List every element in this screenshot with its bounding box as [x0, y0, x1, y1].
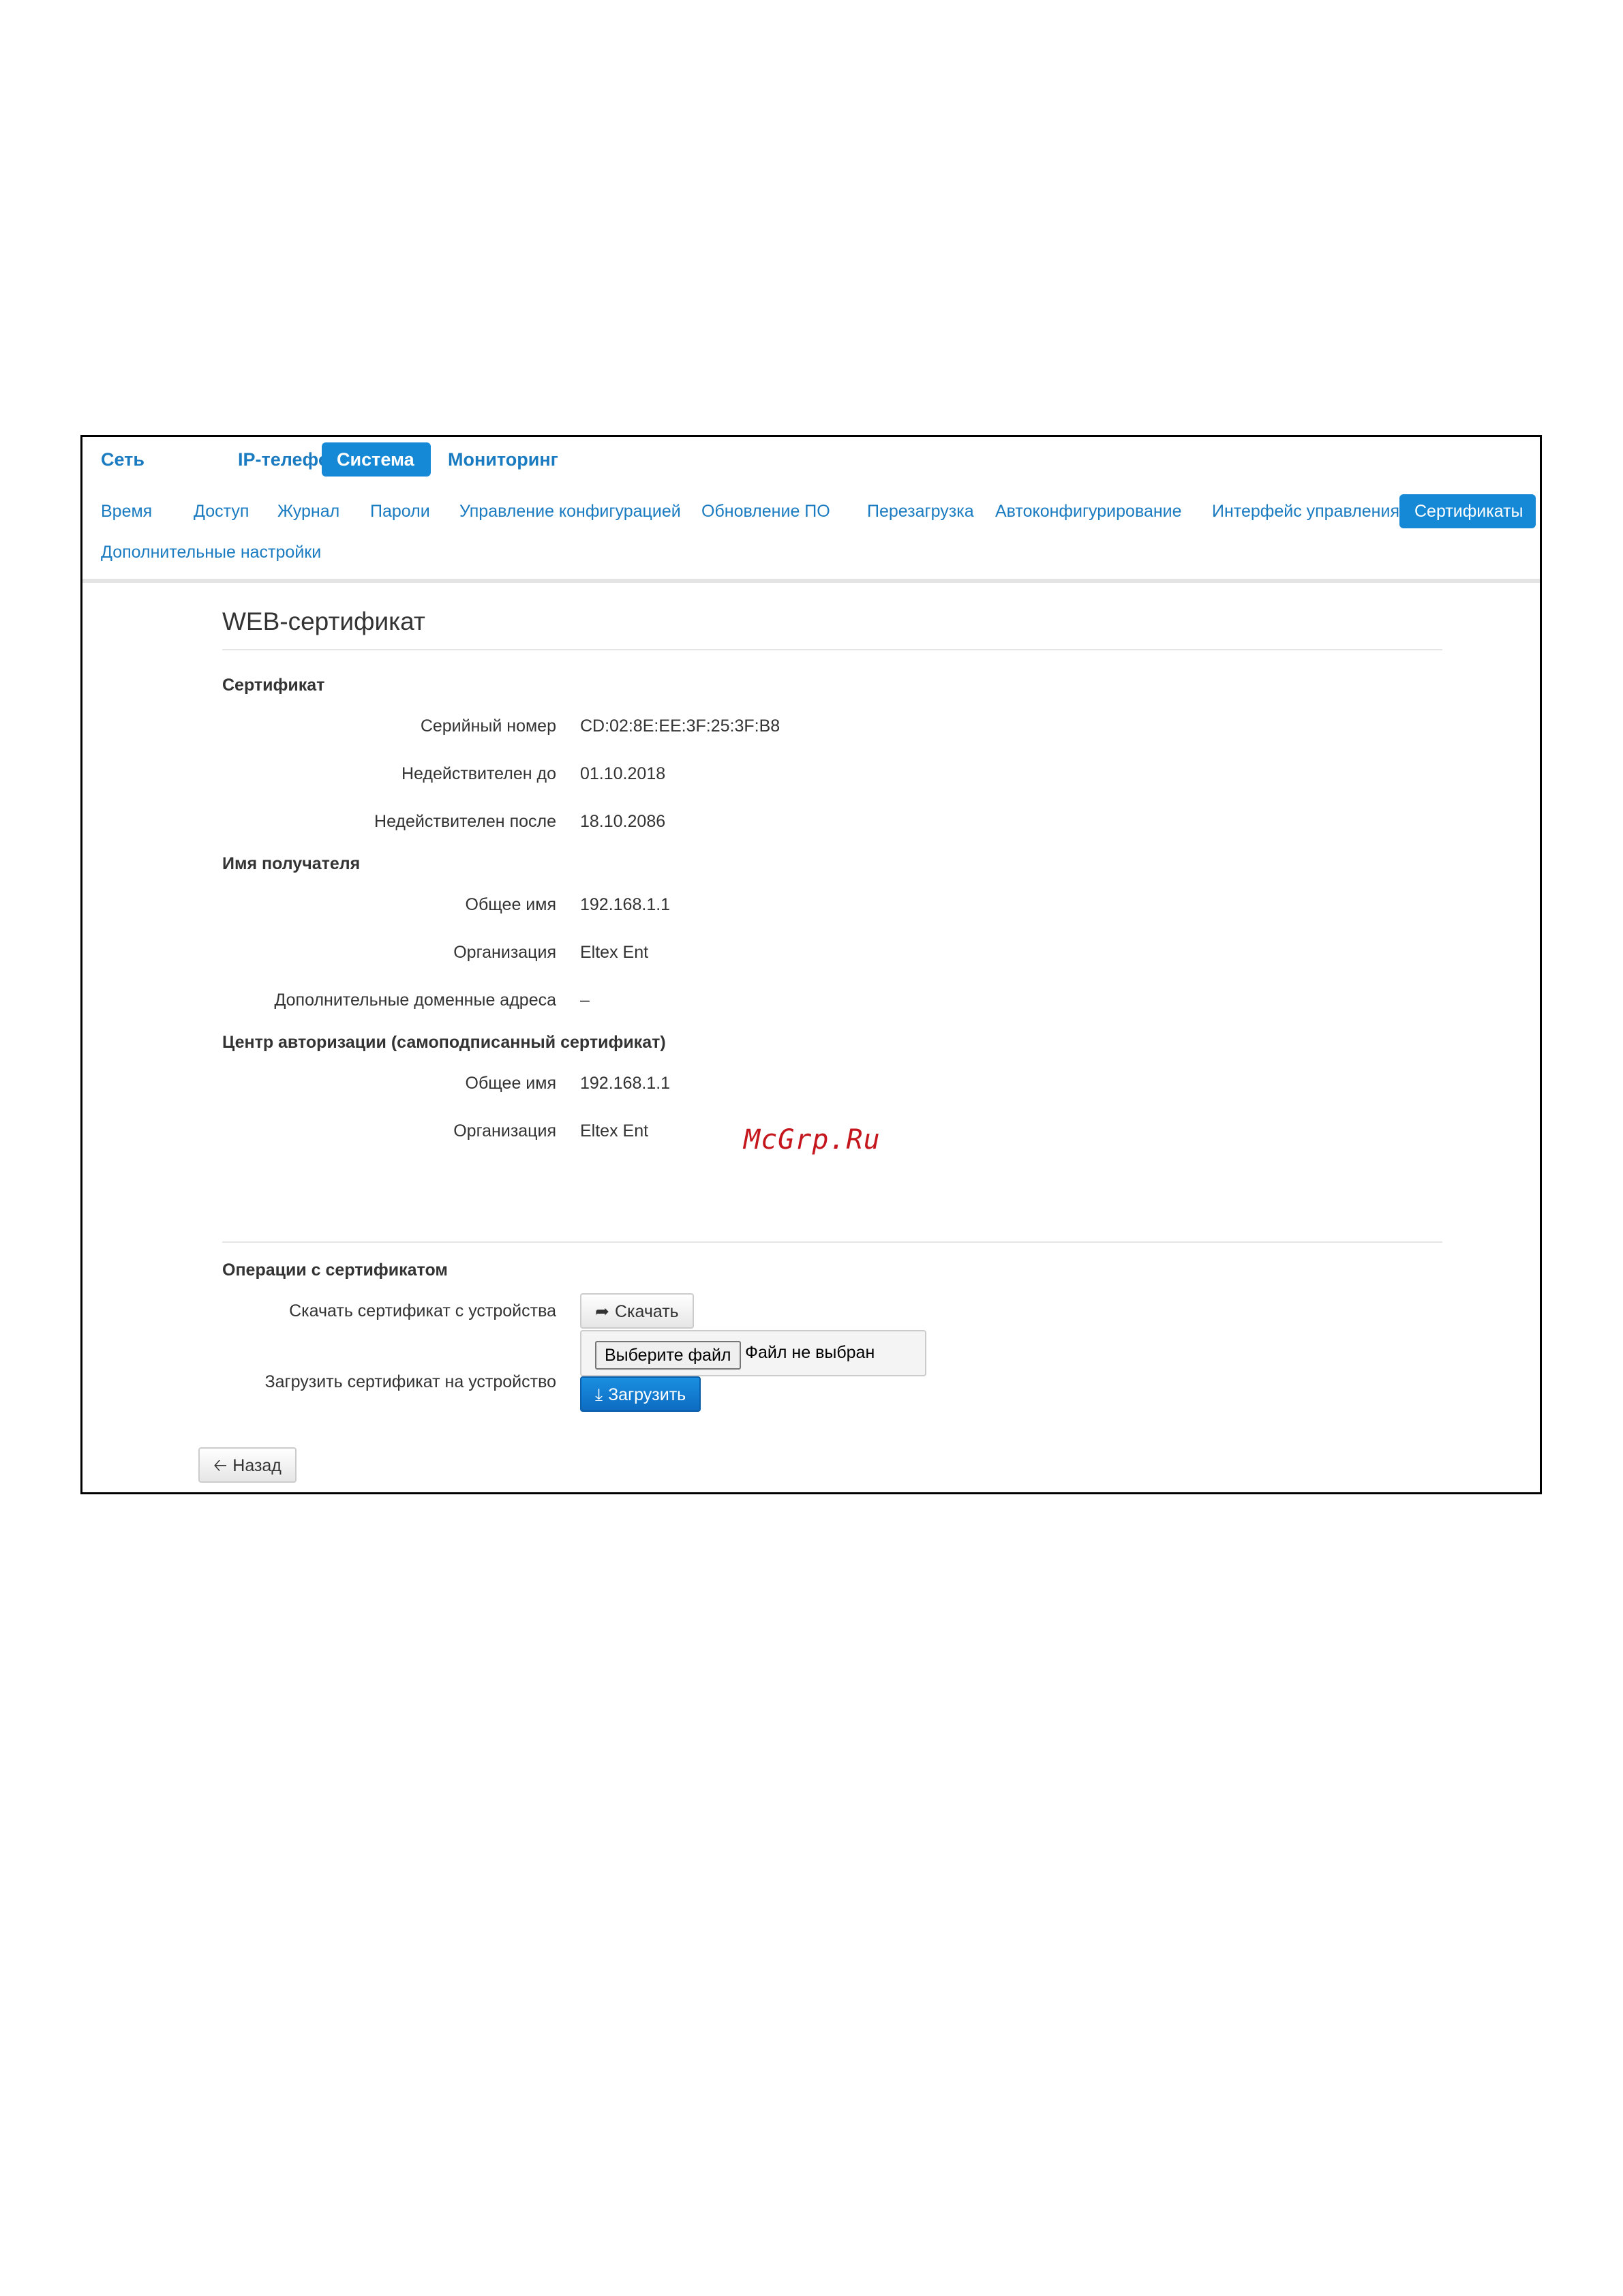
tab-monitoring[interactable]: Мониторинг [433, 442, 573, 477]
back-button[interactable]: 🡠 Назад [198, 1447, 297, 1483]
subtab-passwords[interactable]: Пароли [355, 494, 445, 528]
operations-divider [222, 1241, 1442, 1243]
not-after-value: 18.10.2086 [580, 812, 666, 831]
subtab-management-interface[interactable]: Интерфейс управления [1197, 494, 1414, 528]
download-label: Скачать сертификат с устройства [289, 1301, 556, 1320]
file-status: Файл не выбран [745, 1343, 875, 1362]
row-issuer-cn: Общее имя 192.168.1.1 [82, 1070, 1540, 1097]
section-issuer-header: Центр авторизации (самоподписанный серти… [222, 1033, 666, 1052]
subject-san-value: – [580, 991, 590, 1010]
section-subject-header: Имя получателя [222, 854, 361, 873]
serial-value: CD:02:8E:EE:3F:25:3F:B8 [580, 716, 780, 736]
subject-org-label: Организация [453, 943, 556, 962]
tab-system[interactable]: Система [322, 442, 431, 477]
row-download: Скачать сертификат с устройства [82, 1297, 1540, 1325]
back-button-label: Назад [232, 1456, 282, 1475]
not-after-label: Недействителен после [374, 812, 556, 831]
page-title: WEB-сертификат [222, 607, 425, 635]
tab-network[interactable]: Сеть [86, 442, 160, 477]
file-input[interactable]: Выберите файл Файл не выбран [580, 1330, 926, 1376]
issuer-cn-value: 192.168.1.1 [580, 1074, 671, 1093]
subject-cn-label: Общее имя [465, 895, 557, 914]
main-nav: Сеть IP-телефония Система Мониторинг [82, 437, 1540, 492]
upload-label: Загрузить сертификат на устройство [264, 1372, 557, 1391]
row-subject-cn: Общее имя 192.168.1.1 [82, 891, 1540, 918]
watermark: McGrp.Ru [744, 1124, 881, 1155]
subtab-config-management[interactable]: Управление конфигурацией [444, 494, 696, 528]
row-not-after: Недействителен после 18.10.2086 [82, 808, 1540, 835]
row-not-before: Недействителен до 01.10.2018 [82, 760, 1540, 787]
download-button-label: Скачать [614, 1302, 679, 1321]
row-subject-org: Организация Eltex Ent [82, 939, 1540, 966]
download-icon: ⤓ [595, 1385, 603, 1404]
row-subject-san: Дополнительные доменные адреса – [82, 986, 1540, 1014]
not-before-label: Недействителен до [401, 764, 556, 783]
subtab-access[interactable]: Доступ [179, 494, 264, 528]
subtab-time[interactable]: Время [86, 494, 167, 528]
share-arrow-icon: ➦ [595, 1302, 609, 1321]
serial-label: Серийный номер [420, 716, 556, 736]
subtab-certificates[interactable]: Сертификаты [1399, 494, 1536, 528]
issuer-org-label: Организация [453, 1121, 556, 1141]
row-serial: Серийный номер CD:02:8E:EE:3F:25:3F:B8 [82, 712, 1540, 740]
app-window: Сеть IP-телефония Система Мониторинг Вре… [80, 435, 1542, 1494]
subtab-additional-settings[interactable]: Дополнительные настройки [86, 535, 336, 569]
not-before-value: 01.10.2018 [580, 764, 666, 783]
subtab-autoconfig[interactable]: Автоконфигурирование [980, 494, 1197, 528]
issuer-org-value: Eltex Ent [580, 1121, 649, 1141]
section-operations-header: Операции с сертификатом [222, 1260, 448, 1280]
arrow-left-icon: 🡠 [213, 1456, 228, 1475]
subtab-reboot[interactable]: Перезагрузка [852, 494, 989, 528]
download-button[interactable]: ➦ Скачать [580, 1293, 694, 1329]
upload-button[interactable]: ⤓ Загрузить [580, 1376, 701, 1412]
subject-org-value: Eltex Ent [580, 943, 649, 962]
section-certificate-header: Сертификат [222, 676, 325, 695]
choose-file-button[interactable]: Выберите файл [595, 1341, 741, 1370]
title-divider [222, 649, 1442, 650]
subject-cn-value: 192.168.1.1 [580, 895, 671, 914]
subtab-log[interactable]: Журнал [262, 494, 354, 528]
subtab-firmware-update[interactable]: Обновление ПО [686, 494, 845, 528]
issuer-cn-label: Общее имя [465, 1074, 557, 1093]
upload-button-label: Загрузить [608, 1385, 686, 1404]
subject-san-label: Дополнительные доменные адреса [274, 991, 556, 1010]
